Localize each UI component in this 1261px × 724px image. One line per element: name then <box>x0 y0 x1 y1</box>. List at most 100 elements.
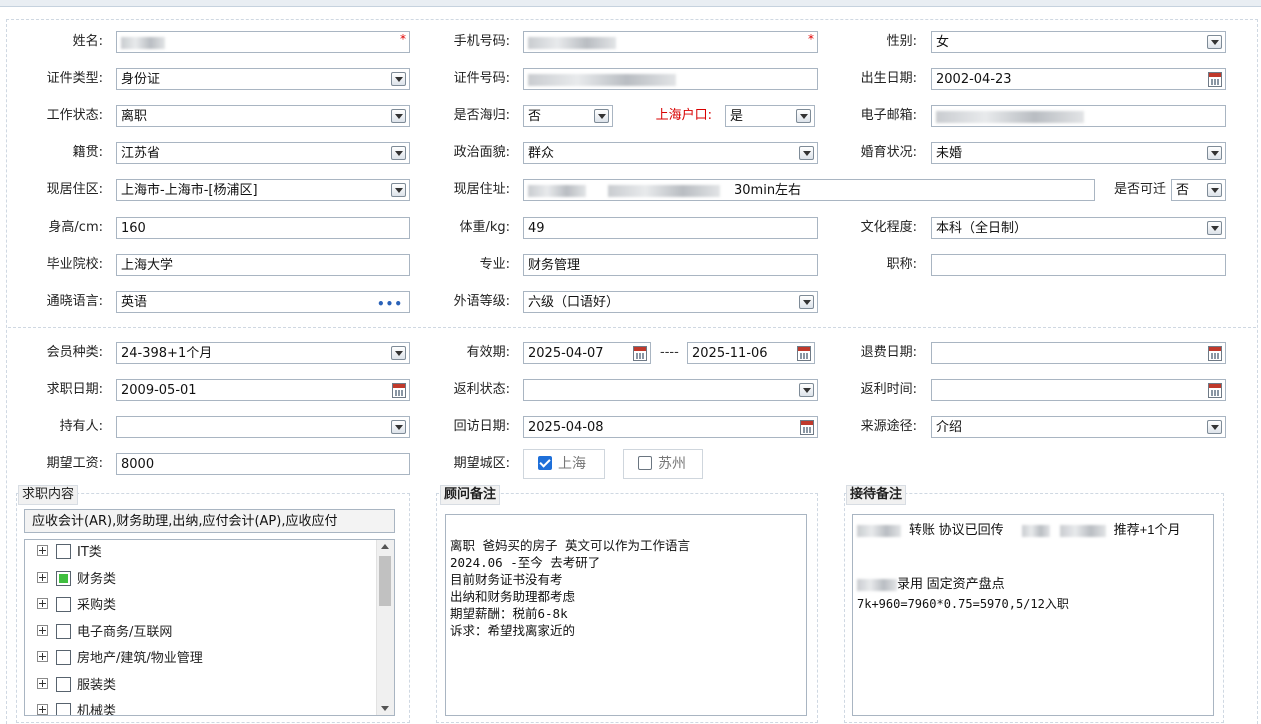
id-type-select[interactable]: 身份证 <box>116 68 410 90</box>
valid-start-field[interactable]: 2025-04-07 <box>523 342 651 364</box>
scroll-up-icon[interactable] <box>381 544 389 549</box>
chevron-down-icon[interactable] <box>1207 35 1222 49</box>
calendar-icon[interactable] <box>797 346 811 361</box>
checkbox-icon[interactable] <box>56 544 71 559</box>
calendar-icon[interactable] <box>1208 383 1222 398</box>
id-number-label: 证件号码: <box>453 71 510 86</box>
chevron-down-icon[interactable] <box>1207 183 1222 197</box>
reception-note-line: 录用 固定资产盘点 <box>857 573 1209 595</box>
work-status-label: 工作状态: <box>46 108 103 123</box>
tree-node[interactable]: 机械类 <box>25 699 394 715</box>
checkbox-icon[interactable] <box>56 623 71 639</box>
chevron-down-icon[interactable] <box>799 295 814 309</box>
expand-icon[interactable] <box>37 598 48 609</box>
native-place-select[interactable]: 江苏省 <box>116 142 410 164</box>
title-field[interactable] <box>931 254 1226 276</box>
calendar-icon[interactable] <box>1208 72 1222 87</box>
source-select[interactable]: 介绍 <box>931 416 1226 438</box>
expand-icon[interactable] <box>37 677 48 689</box>
calendar-icon[interactable] <box>633 346 647 361</box>
residence-address-field[interactable]: 30min左右 <box>523 179 1095 201</box>
scroll-thumb[interactable] <box>379 556 391 606</box>
chevron-down-icon[interactable] <box>799 146 814 160</box>
advisor-note-line: 目前财务证书没有考 <box>450 572 563 587</box>
scroll-down-icon[interactable] <box>381 706 389 711</box>
chevron-down-icon[interactable] <box>1207 221 1222 235</box>
language-field[interactable]: 英语 ••• <box>116 291 410 313</box>
job-category-tree[interactable]: IT类 财务类 采购类 电子商务/互联网房地产/建筑/物业管理服装类 机械类 <box>24 539 395 716</box>
chevron-down-icon[interactable] <box>391 183 406 197</box>
advisor-notes-textarea[interactable]: 离职 爸妈买的房子 英文可以作为工作语言 2024.06 -至今 去考研了 目前财务… <box>445 514 807 716</box>
marital-select[interactable]: 未婚 <box>931 142 1226 164</box>
expand-icon[interactable] <box>37 651 48 662</box>
checkbox-icon[interactable] <box>56 676 71 692</box>
tree-node[interactable]: 服装类 <box>25 673 394 700</box>
gender-select[interactable]: 女 <box>931 31 1226 53</box>
education-select[interactable]: 本科（全日制） <box>931 217 1226 239</box>
overseas-select[interactable]: 否 <box>523 105 613 127</box>
tree-node[interactable]: 电子商务/互联网 <box>25 620 394 647</box>
residence-area-select[interactable]: 上海市-上海市-[杨浦区] <box>116 179 410 201</box>
reception-notes-textarea[interactable]: 转账 协议已回传 推荐+1个月 录用 固定资产盘点 7k+960=7960*0.7… <box>852 514 1214 716</box>
salary-field[interactable]: 8000 <box>116 453 410 475</box>
visit-date-field[interactable]: 2025-04-08 <box>523 416 818 438</box>
calendar-icon[interactable] <box>1208 346 1222 361</box>
chevron-down-icon[interactable] <box>1207 146 1222 160</box>
job-date-field[interactable]: 2009-05-01 <box>116 379 410 401</box>
checkbox-partial-icon[interactable] <box>56 570 71 586</box>
phone-field[interactable]: * <box>523 31 818 53</box>
major-field[interactable]: 财务管理 <box>523 254 818 276</box>
city-option-suzhou[interactable]: 苏州 <box>623 449 703 479</box>
chevron-down-icon[interactable] <box>391 109 406 123</box>
tree-node[interactable]: 财务类 <box>25 567 394 594</box>
chevron-down-icon[interactable] <box>391 346 406 360</box>
valid-end-field[interactable]: 2025-11-06 <box>687 342 815 364</box>
expand-icon[interactable] <box>37 704 48 715</box>
shanghai-hukou-select[interactable]: 是 <box>725 105 815 127</box>
member-type-select[interactable]: 24-398+1个月 <box>116 342 410 364</box>
chevron-down-icon[interactable] <box>1207 420 1222 434</box>
chevron-down-icon[interactable] <box>391 420 406 434</box>
rebate-time-field[interactable] <box>931 379 1226 401</box>
chevron-down-icon[interactable] <box>391 146 406 160</box>
calendar-icon[interactable] <box>800 420 814 435</box>
work-status-select[interactable]: 离职 <box>116 105 410 127</box>
chevron-down-icon[interactable] <box>391 72 406 86</box>
school-field[interactable]: 上海大学 <box>116 254 410 276</box>
expand-icon[interactable] <box>37 545 48 556</box>
chevron-down-icon[interactable] <box>799 383 814 397</box>
scrollbar[interactable] <box>376 540 394 715</box>
rebate-status-select[interactable] <box>523 379 818 401</box>
checkbox-icon[interactable] <box>56 703 71 715</box>
relocate-select[interactable]: 否 <box>1171 179 1226 201</box>
tree-node[interactable]: 采购类 <box>25 593 394 620</box>
checkbox-checked-icon[interactable] <box>538 456 552 470</box>
email-field[interactable] <box>931 105 1226 127</box>
city-option-shanghai[interactable]: 上海 <box>523 449 605 479</box>
chevron-down-icon[interactable] <box>796 109 811 123</box>
expand-icon[interactable] <box>37 624 48 636</box>
school-value: 上海大学 <box>121 258 174 273</box>
checkbox-icon[interactable] <box>638 456 652 470</box>
chevron-down-icon[interactable] <box>594 109 609 123</box>
more-icon[interactable]: ••• <box>377 293 403 312</box>
language-level-select[interactable]: 六级（口语好） <box>523 291 818 313</box>
tree-node[interactable]: 房地产/建筑/物业管理 <box>25 646 394 673</box>
political-select[interactable]: 群众 <box>523 142 818 164</box>
birth-date-field[interactable]: 2002-04-23 <box>931 68 1226 90</box>
refund-date-field[interactable] <box>931 342 1226 364</box>
expand-icon[interactable] <box>37 571 48 583</box>
calendar-icon[interactable] <box>392 383 406 398</box>
tree-node-label: 房地产/建筑/物业管理 <box>77 651 203 666</box>
id-number-field[interactable] <box>523 68 818 90</box>
valid-end-value: 2025-11-06 <box>692 346 768 361</box>
weight-field[interactable]: 49 <box>523 217 818 239</box>
relocate-value: 否 <box>1176 183 1190 198</box>
tree-node[interactable]: IT类 <box>25 540 394 567</box>
advisor-notes-lines: 离职 爸妈买的房子 英文可以作为工作语言 2024.06 -至今 去考研了 目前财务… <box>450 537 802 639</box>
height-field[interactable]: 160 <box>116 217 410 239</box>
name-field[interactable]: * <box>116 31 410 53</box>
checkbox-icon[interactable] <box>56 597 71 612</box>
holder-select[interactable] <box>116 416 410 438</box>
checkbox-icon[interactable] <box>56 650 71 665</box>
